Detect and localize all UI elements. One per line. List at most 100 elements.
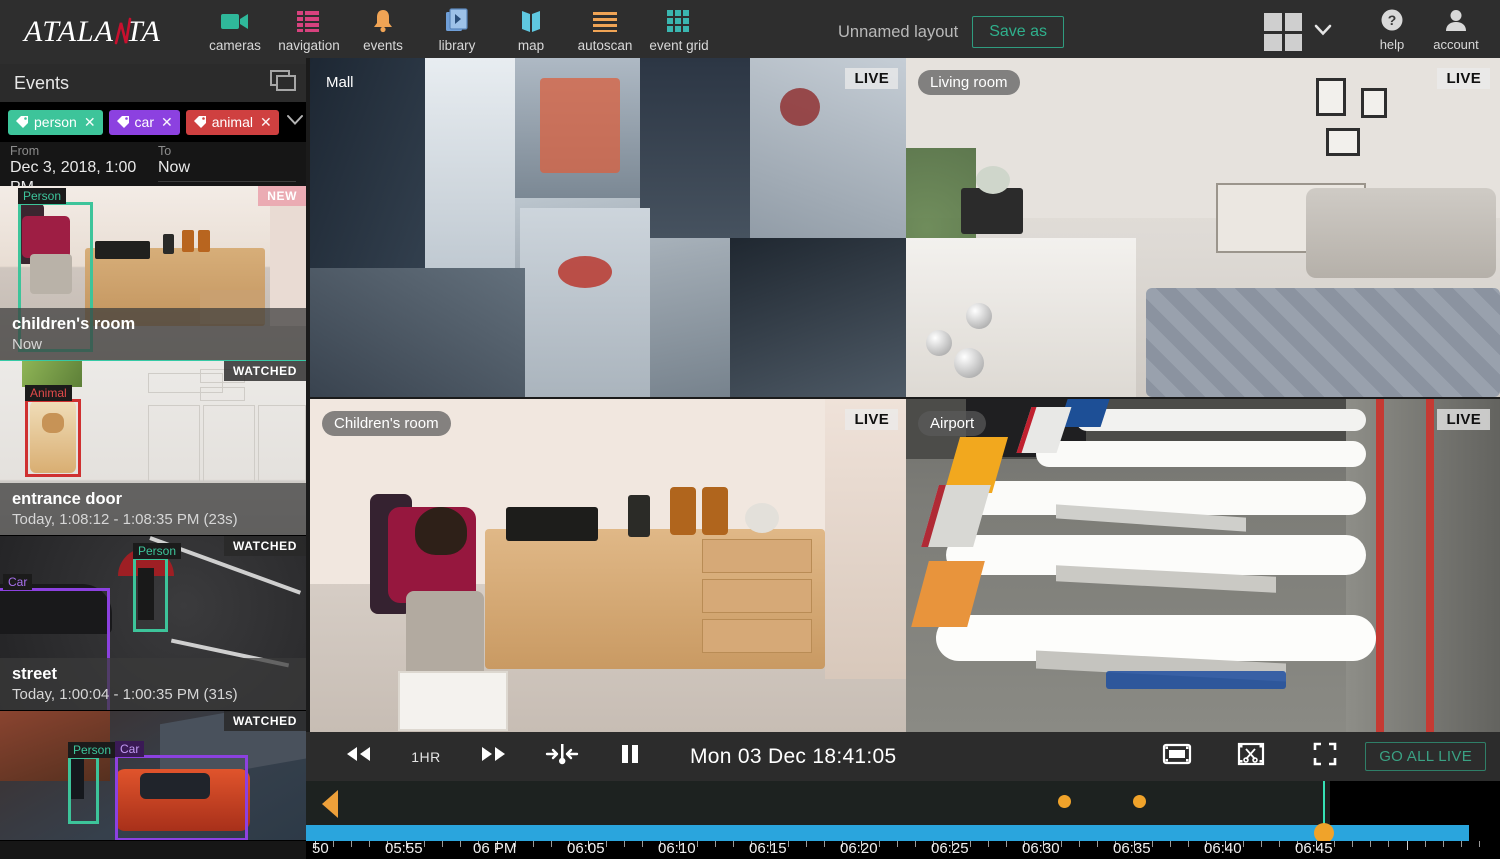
filter-chip-person[interactable]: person ✕ (8, 110, 103, 135)
camera-label: Children's room (322, 411, 451, 436)
status-badge: NEW (258, 186, 306, 206)
pause-button[interactable] (596, 732, 664, 781)
time-range-selector: From Dec 3, 2018, 1:00 PM To Now (0, 142, 306, 186)
close-icon[interactable]: ✕ (260, 114, 272, 131)
event-camera-name: entrance door (12, 488, 294, 510)
playback-controls: 1HR (306, 732, 897, 781)
nav-cameras[interactable]: cameras (200, 0, 270, 64)
timeline-recorded-region (306, 781, 1330, 825)
app-header: ATALA TA cameras (0, 0, 1500, 64)
detection-label: Car (115, 741, 144, 757)
svg-text:TA: TA (126, 15, 161, 48)
nav-event-grid[interactable]: event grid (644, 0, 714, 64)
nav-library[interactable]: library (422, 0, 492, 64)
account-label: account (1433, 37, 1479, 52)
video-cell-living-room[interactable]: Living room LIVE (906, 58, 1500, 397)
nav-label: cameras (209, 38, 261, 53)
svg-text:ATALA: ATALA (22, 15, 114, 48)
range-to[interactable]: To Now (158, 144, 296, 186)
timeline-tick-label: 06:35 (1113, 840, 1151, 857)
windows-overlap-icon[interactable] (270, 70, 296, 97)
timeline-event-marker[interactable] (1058, 795, 1071, 808)
range-from-label: From (10, 144, 148, 158)
export-video-button[interactable] (1143, 732, 1211, 781)
nav-autoscan[interactable]: autoscan (570, 0, 640, 64)
filters-expand-chevron-down-icon[interactable] (285, 113, 306, 131)
help-label: help (1380, 37, 1405, 52)
events-panel-header: Events (0, 64, 306, 102)
layout-name: Unnamed layout (838, 23, 958, 42)
video-feed (906, 399, 1500, 732)
event-time: Today, 1:00:04 - 1:00:35 PM (31s) (12, 685, 294, 705)
timeline-tick-label: 06:40 (1204, 840, 1242, 857)
nav-navigation[interactable]: navigation (274, 0, 344, 64)
filter-chip-animal[interactable]: animal ✕ (186, 110, 279, 135)
event-camera-name: street (12, 663, 294, 685)
timeline-event-marker[interactable] (1133, 795, 1146, 808)
status-badge: WATCHED (224, 711, 306, 731)
speed-indicator[interactable]: 1HR (392, 732, 460, 781)
go-all-live-button[interactable]: GO ALL LIVE (1365, 742, 1486, 771)
list-item[interactable]: Animal WATCHED entrance door Today, 1:08… (0, 361, 306, 536)
tag-icon (15, 115, 29, 129)
timeline-archive-strip[interactable] (306, 825, 1469, 841)
status-badge: WATCHED (224, 361, 306, 381)
event-meta: children's room Now (0, 308, 306, 360)
filter-chip-car[interactable]: car ✕ (109, 110, 180, 135)
nav-label: autoscan (578, 38, 633, 53)
cut-clip-button[interactable] (1217, 732, 1285, 781)
nav-map[interactable]: map (496, 0, 566, 64)
filter-chip-label: person (34, 114, 77, 130)
timeline-playhead[interactable] (1323, 781, 1325, 825)
event-meta: street Today, 1:00:04 - 1:00:35 PM (31s) (0, 658, 306, 710)
video-cell-mall[interactable]: Mall LIVE (310, 58, 908, 397)
nav-events[interactable]: events (348, 0, 418, 64)
close-icon[interactable]: ✕ (84, 114, 96, 131)
four-pane-layout-icon (1264, 13, 1302, 51)
range-to-value: Now (158, 158, 296, 182)
event-type-filters: person ✕ car ✕ animal ✕ (0, 102, 306, 142)
rewind-button[interactable] (324, 732, 392, 781)
timeline-tick-label: 06:20 (840, 840, 878, 857)
video-cell-childrens-room[interactable]: Children's room LIVE (310, 399, 908, 732)
timeline-tick-label: 50 (312, 840, 329, 857)
rewind-icon (342, 744, 374, 769)
events-list: Person NEW children's room Now (0, 186, 306, 841)
list-item[interactable]: Person NEW children's room Now (0, 186, 306, 361)
nav-label: events (363, 38, 403, 53)
tag-icon (193, 115, 207, 129)
detection-label: Person (68, 742, 116, 758)
list-item[interactable]: Person Car WATCHED street Today, 1:00:04… (0, 536, 306, 711)
map-icon (520, 6, 542, 36)
close-icon[interactable]: ✕ (161, 114, 173, 131)
brand-logo: ATALA TA (0, 0, 200, 64)
zoom-to-fit-button[interactable] (528, 732, 596, 781)
fullscreen-icon (1313, 742, 1337, 771)
fullscreen-button[interactable] (1291, 732, 1359, 781)
fast-forward-button[interactable] (460, 732, 528, 781)
video-grid: Mall LIVE Living room LIVE (306, 58, 1500, 732)
timeline-tick-label: 06:10 (658, 840, 696, 857)
timeline-tick-label: 06:15 (749, 840, 787, 857)
book-play-icon (444, 6, 470, 36)
range-to-label: To (158, 144, 296, 158)
events-sidebar: Events person ✕ car ✕ animal ✕ (0, 64, 306, 859)
status-badge: WATCHED (224, 536, 306, 556)
video-cell-airport[interactable]: Airport LIVE (906, 399, 1500, 732)
account-button[interactable]: account (1424, 0, 1488, 64)
help-button[interactable]: ? help (1360, 0, 1424, 64)
layout-picker[interactable] (1264, 13, 1332, 51)
camera-label: Living room (918, 70, 1020, 95)
list-item[interactable]: Person Car WATCHED (0, 711, 306, 841)
timeline-jump-back-button[interactable] (318, 788, 344, 825)
tag-icon (116, 115, 130, 129)
range-from[interactable]: From Dec 3, 2018, 1:00 PM (10, 144, 148, 186)
nav-label: event grid (649, 38, 708, 53)
event-meta: entrance door Today, 1:08:12 - 1:08:35 P… (0, 483, 306, 535)
timeline-track[interactable]: 50 05:55 06 PM 06:05 06:10 06:15 06:20 0… (306, 781, 1500, 859)
timeline-tick-label: 06:25 (931, 840, 969, 857)
save-as-button[interactable]: Save as (972, 16, 1064, 48)
camera-label: Airport (918, 411, 986, 436)
video-feed (310, 399, 908, 732)
filter-chip-label: car (135, 114, 154, 130)
